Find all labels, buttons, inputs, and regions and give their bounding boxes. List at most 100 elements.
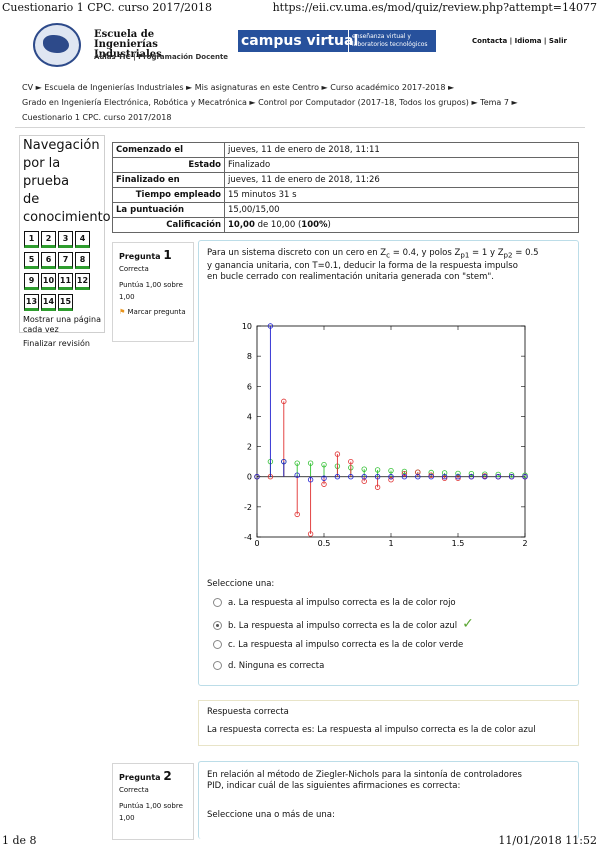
question-1-heading: Pregunta 1	[119, 248, 172, 262]
nav-button-q6[interactable]: 6	[41, 252, 56, 269]
finished-value: jueves, 11 de enero de 2018, 11:26	[224, 172, 579, 188]
nav-button-q7[interactable]: 7	[58, 252, 73, 269]
question-2-points: Puntúa 1,00 sobre 1,00	[119, 802, 183, 822]
y-tick-label: 6	[247, 382, 252, 391]
grade-percent: 100%	[301, 220, 328, 230]
campus-virtual-banner[interactable]: campus virtual enseñanza virtual y labor…	[238, 30, 436, 52]
nav-button-q5[interactable]: 5	[24, 252, 39, 269]
campus-sub2: laboratorios tecnológicos	[352, 41, 428, 48]
y-tick-label: -4	[244, 533, 252, 542]
feedback-title: Respuesta correcta	[207, 707, 289, 717]
nav-button-q2[interactable]: 2	[41, 231, 56, 248]
option-a[interactable]: a. La respuesta al impulso correcta es l…	[213, 593, 474, 614]
breadcrumb-item[interactable]: Escuela de Ingenierías Industriales	[44, 83, 183, 92]
answer-options: a. La respuesta al impulso correcta es l…	[213, 593, 474, 677]
grade-suffix: de 10,00 (	[254, 220, 302, 230]
top-links[interactable]: Contacta | Idioma | Salir	[472, 37, 567, 45]
question-2-content: En relación al método de Ziegler-Nichols…	[198, 761, 579, 839]
print-title: Cuestionario 1 CPC. curso 2017/2018	[2, 1, 213, 14]
question-1-points: Puntúa 1,00 sobre 1,00	[119, 281, 183, 301]
breadcrumb-item[interactable]: Curso académico 2017-2018	[330, 83, 445, 92]
nav-button-q13[interactable]: 13	[24, 294, 39, 311]
divider	[15, 127, 585, 128]
table-row: Estado Finalizado	[112, 157, 579, 173]
grade-cell: 10,00 de 10,00 (100%)	[224, 217, 579, 233]
y-tick-label: -2	[244, 503, 252, 512]
question-2-text: En relación al método de Ziegler-Nichols…	[207, 770, 522, 791]
radio-option-a[interactable]	[213, 598, 222, 607]
question-1-feedback: Respuesta correcta La respuesta correcta…	[198, 700, 579, 746]
breadcrumb-item[interactable]: CV	[22, 83, 33, 92]
site-subtitle[interactable]: Aulas TIC | Programación Docente	[94, 53, 228, 61]
y-tick-label: 2	[247, 443, 252, 452]
breadcrumb-item[interactable]: Control por Computador (2017-18, Todos l…	[258, 98, 469, 107]
option-b[interactable]: b. La respuesta al impulso correcta es l…	[213, 614, 474, 635]
breadcrumb-item[interactable]: Grado en Ingeniería Electrónica, Robótic…	[22, 98, 247, 107]
option-d[interactable]: d. Ninguna es correcta	[213, 656, 474, 677]
nav-button-q1[interactable]: 1	[24, 231, 39, 248]
nav-button-q15[interactable]: 15	[58, 294, 73, 311]
radio-option-b[interactable]	[213, 621, 222, 630]
x-tick-label: 1	[388, 539, 393, 548]
x-tick-label: 1.5	[452, 539, 465, 548]
grade-label: Calificación	[112, 217, 225, 233]
breadcrumb: CV ► Escuela de Ingenierías Industriales…	[22, 83, 518, 122]
nav-button-q10[interactable]: 10	[41, 273, 56, 290]
feedback-text: La respuesta correcta es: La respuesta a…	[207, 725, 536, 735]
review-summary-table: Comenzado el jueves, 11 de enero de 2018,…	[112, 142, 579, 233]
started-value: jueves, 11 de enero de 2018, 11:11	[224, 142, 579, 158]
y-tick-label: 4	[247, 412, 252, 421]
question-1-text: Para un sistema discreto con un cero en …	[207, 248, 539, 282]
state-label: Estado	[112, 157, 225, 173]
question-1-status: Correcta	[119, 265, 149, 273]
nav-button-q8[interactable]: 8	[75, 252, 90, 269]
nav-button-q3[interactable]: 3	[58, 231, 73, 248]
impulse-response-chart: 1086420-2-40 0.5 1 1.5 2	[242, 322, 528, 548]
question-2-heading: Pregunta 2	[119, 769, 172, 783]
table-row: La puntuación 15,00/15,00	[112, 202, 579, 218]
nav-button-q12[interactable]: 12	[75, 273, 90, 290]
table-row: Calificación 10,00 de 10,00 (100%)	[112, 217, 579, 233]
nav-button-q9[interactable]: 9	[24, 273, 39, 290]
x-tick-label: 0.5	[318, 539, 331, 548]
question-buttons: 1234 5678 9 10 11 12 13 14 15	[20, 228, 104, 315]
flag-question-button[interactable]: ⚑ Marcar pregunta	[113, 303, 193, 317]
print-url: https://eii.cv.uma.es/mod/quiz/review.ph…	[272, 1, 597, 14]
table-row: Tiempo empleado 15 minutos 31 s	[112, 187, 579, 203]
select-many-label: Seleccione una o más de una:	[207, 810, 335, 820]
state-value: Finalizado	[224, 157, 579, 173]
grade-close: )	[327, 220, 331, 230]
school-logo[interactable]	[33, 23, 81, 67]
select-one-label: Seleccione una:	[207, 579, 275, 589]
time-value: 15 minutos 31 s	[224, 187, 579, 203]
points-value: 15,00/15,00	[224, 202, 579, 218]
time-label: Tiempo empleado	[112, 187, 225, 203]
finish-review-link[interactable]: Finalizar revisión	[20, 335, 104, 352]
finished-label: Finalizado en	[112, 172, 225, 188]
breadcrumb-item[interactable]: Mis asignaturas en este Centro	[195, 83, 319, 92]
nav-button-q11[interactable]: 11	[58, 273, 73, 290]
y-tick-label: 0	[247, 473, 252, 482]
started-label: Comenzado el	[112, 142, 225, 158]
breadcrumb-item[interactable]: Tema 7	[480, 98, 509, 107]
nav-button-q14[interactable]: 14	[41, 294, 56, 311]
breadcrumb-item[interactable]: Cuestionario 1 CPC. curso 2017/2018	[22, 113, 171, 122]
question-2-info: Pregunta 2 Correcta Puntúa 1,00 sobre 1,…	[112, 763, 194, 840]
radio-option-d[interactable]	[213, 661, 222, 670]
points-label: La puntuación	[112, 202, 225, 218]
x-tick-label: 0	[254, 539, 259, 548]
quiz-navigation-title: Navegación por la prueba de conocimiento	[23, 138, 111, 225]
y-tick-label: 10	[242, 322, 252, 331]
y-tick-label: 8	[247, 352, 252, 361]
show-one-page-link[interactable]: Mostrar una página cada vez	[20, 315, 104, 335]
nav-button-q4[interactable]: 4	[75, 231, 90, 248]
radio-option-c[interactable]	[213, 640, 222, 649]
print-page-number: 1 de 8	[2, 834, 37, 847]
table-row: Comenzado el jueves, 11 de enero de 2018,…	[112, 142, 579, 158]
question-1-info: Pregunta 1 Correcta Puntúa 1,00 sobre 1,…	[112, 242, 194, 342]
campus-title: campus virtual	[241, 33, 359, 49]
campus-sub1: enseñanza virtual y	[352, 33, 411, 40]
quiz-navigation-block: Navegación por la prueba de conocimiento…	[19, 135, 111, 348]
option-c[interactable]: c. La respuesta al impulso correcta es l…	[213, 635, 474, 656]
grade-value: 10,00	[228, 220, 255, 230]
